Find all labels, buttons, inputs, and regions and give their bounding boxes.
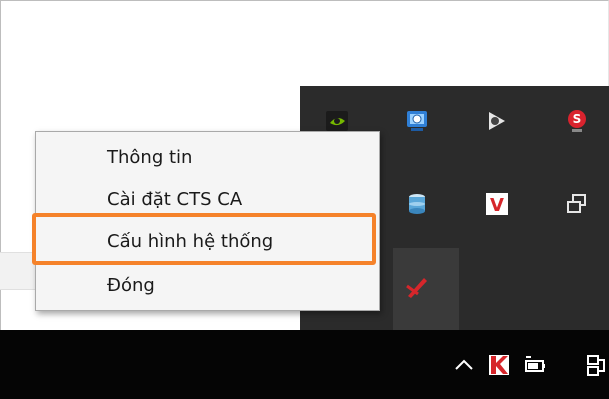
taskbar bbox=[0, 330, 609, 399]
network-icon[interactable] bbox=[584, 352, 609, 378]
pen-icon[interactable] bbox=[404, 274, 430, 300]
battery-icon[interactable] bbox=[522, 352, 548, 378]
menu-item-cau-hinh-he-thong[interactable]: Cấu hình hệ thống bbox=[36, 222, 379, 262]
menu-item-thong-tin[interactable]: Thông tin bbox=[36, 138, 379, 178]
svg-text:S: S bbox=[573, 112, 582, 126]
menu-item-label: Thông tin bbox=[107, 147, 193, 168]
chevron-up-icon[interactable] bbox=[451, 352, 477, 378]
s-app-icon[interactable]: S bbox=[564, 108, 590, 134]
menu-item-cai-dat-cts-ca[interactable]: Cài đặt CTS CA bbox=[36, 180, 379, 220]
kaspersky-icon[interactable] bbox=[486, 352, 512, 378]
vietnamese-keyboard-icon[interactable]: V bbox=[484, 191, 510, 217]
menu-item-label: Cấu hình hệ thống bbox=[107, 231, 274, 252]
menu-item-dong[interactable]: Đóng bbox=[36, 266, 379, 306]
device-icon[interactable] bbox=[564, 191, 590, 217]
menu-item-label: Cài đặt CTS CA bbox=[107, 189, 243, 210]
svg-text:V: V bbox=[490, 195, 504, 216]
network-monitor-icon[interactable] bbox=[404, 108, 430, 134]
database-icon[interactable] bbox=[404, 191, 430, 217]
menu-item-label: Đóng bbox=[107, 275, 155, 296]
context-menu: Thông tin Cài đặt CTS CA Cấu hình hệ thố… bbox=[35, 131, 380, 311]
speaker-app-icon[interactable] bbox=[484, 108, 510, 134]
